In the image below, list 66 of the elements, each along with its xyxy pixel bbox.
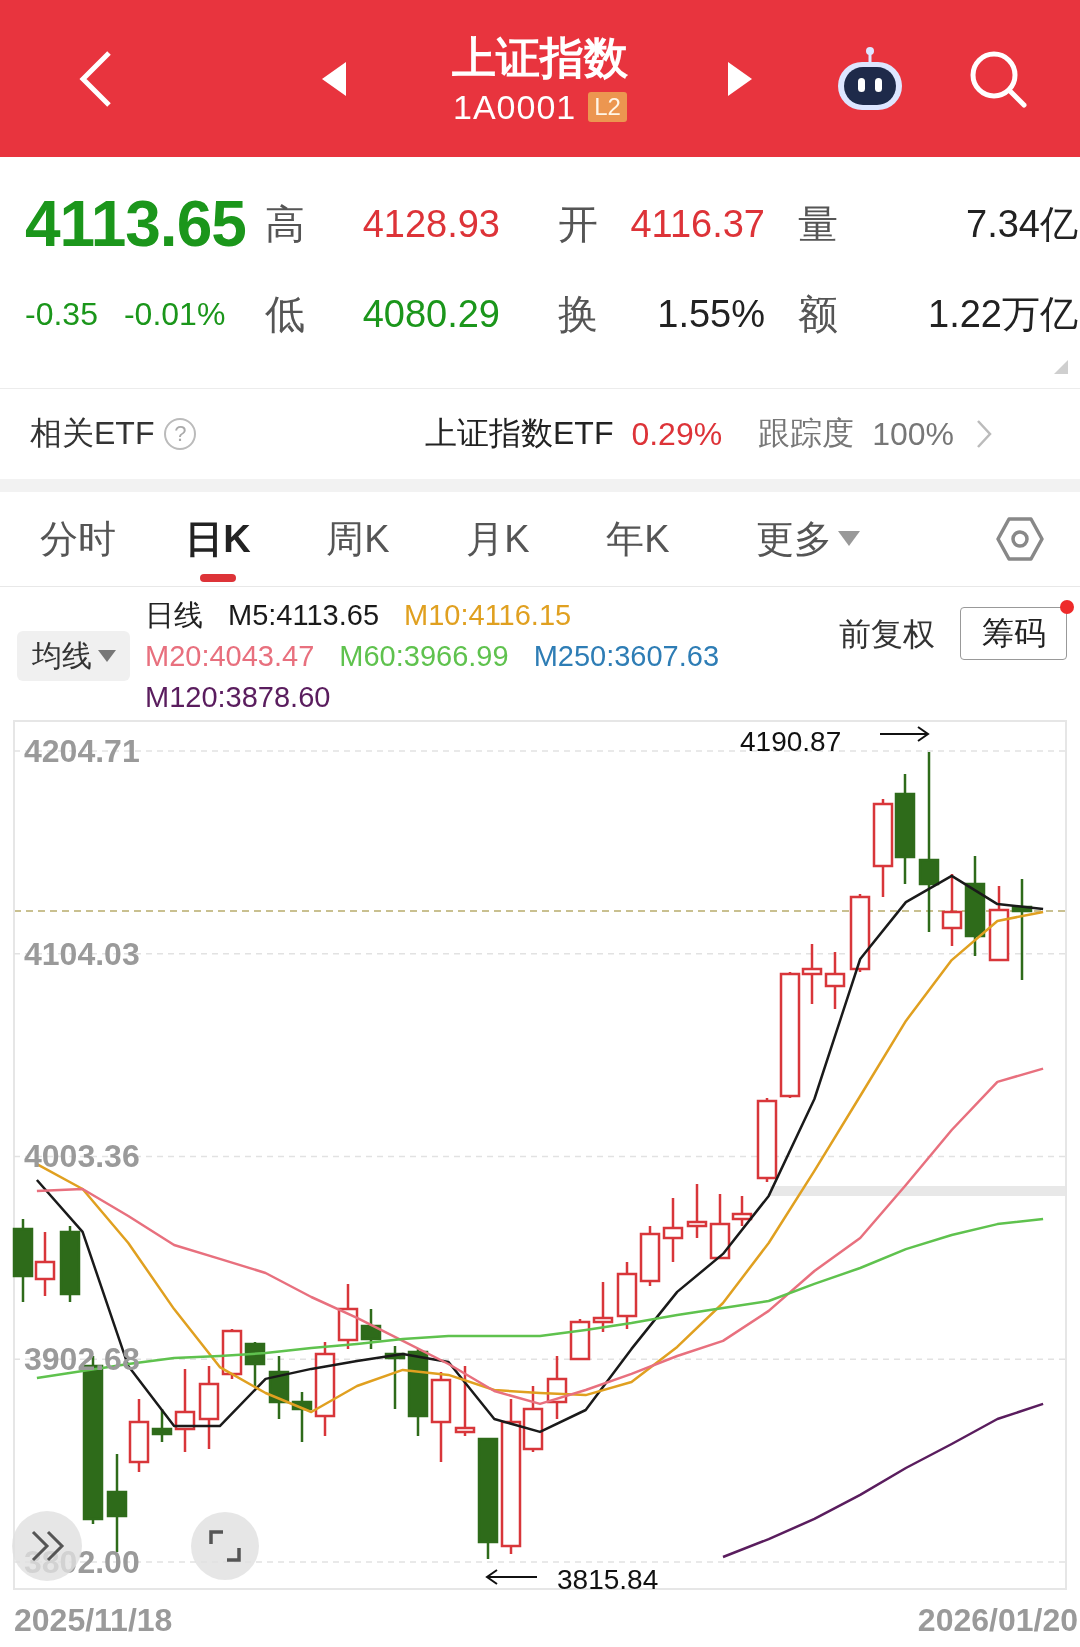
etf-label: 相关ETF <box>30 414 155 453</box>
stat-value: 1.22万亿 <box>927 291 1078 337</box>
low-price-label: 3815.84 <box>557 1564 659 1595</box>
period-label: 日线 <box>145 598 203 633</box>
tracking-label: 跟踪度 <box>758 414 855 453</box>
stat-value: 1.55% <box>656 292 765 336</box>
moving-average-value: M120:3878.60 <box>145 680 331 715</box>
previous-icon[interactable] <box>322 61 346 96</box>
date-label: 2025/11/18 <box>14 1602 173 1638</box>
stat-label: 低 <box>265 290 306 338</box>
indicator-dropdown[interactable]: 均线 <box>17 631 130 681</box>
etf-change: 0.29% <box>631 415 723 453</box>
axis-label: 4104.03 <box>24 935 140 972</box>
candlestick <box>824 952 846 1009</box>
period-tab[interactable]: 分时 <box>8 492 148 586</box>
stat-value: 4128.93 <box>361 202 500 246</box>
stat-label: 额 <box>797 290 839 338</box>
candlestick <box>686 1184 708 1238</box>
chips-button[interactable]: 筹码 <box>960 607 1067 660</box>
candlestick <box>244 1342 266 1386</box>
candlestick <box>616 1262 638 1329</box>
index-title: 上证指数 <box>452 31 628 84</box>
candlestick <box>639 1226 661 1286</box>
stat-value: 7.34亿 <box>965 201 1078 247</box>
arrow-icon <box>879 726 930 742</box>
stat-value: 4116.37 <box>629 202 765 246</box>
change-value: -0.35 <box>25 295 98 333</box>
current-price: 4113.65 <box>25 187 247 261</box>
period-tab[interactable]: 年K <box>568 492 708 586</box>
moving-average-value: M250:3607.63 <box>533 639 720 674</box>
settings-icon[interactable] <box>996 517 1044 561</box>
caret-icon <box>838 531 860 547</box>
axis-label: 4204.71 <box>24 733 140 769</box>
candlestick <box>592 1282 614 1332</box>
fullscreen-button[interactable] <box>191 1512 259 1580</box>
tracking-value: 100% <box>872 415 954 453</box>
axis-label: 4003.36 <box>24 1138 140 1175</box>
etf-name[interactable]: 上证指数ETF <box>425 412 614 456</box>
candlestick <box>662 1198 684 1262</box>
next-icon[interactable] <box>728 61 752 96</box>
date-label: 2026/01/20 <box>917 1602 1078 1638</box>
stat-label: 开 <box>557 200 599 248</box>
moving-average-value: M60:3966.99 <box>339 639 509 674</box>
candlestick <box>34 1232 56 1296</box>
arrow-icon <box>485 1569 538 1585</box>
stat-label: 高 <box>265 200 306 248</box>
adjustment-option[interactable]: 前复权 <box>839 607 935 662</box>
back-icon[interactable] <box>77 48 113 109</box>
period-tab[interactable]: 月K <box>428 492 568 586</box>
period-tab[interactable]: 周K <box>288 492 428 586</box>
more-dropdown[interactable]: 更多 <box>708 492 908 586</box>
high-price-label: 4190.87 <box>740 726 842 757</box>
moving-average-value: M10:4116.15 <box>404 598 572 633</box>
selected-underline <box>200 574 236 582</box>
change-percent: -0.01% <box>123 295 226 333</box>
stat-label: 换 <box>557 290 599 338</box>
stat-label: 量 <box>797 200 839 248</box>
moving-average-value: M5:4113.65 <box>228 598 380 633</box>
stat-value: 4080.29 <box>361 292 500 336</box>
period-tab[interactable]: 日K <box>148 492 288 586</box>
candlestick <box>268 1356 290 1419</box>
level-badge: L2 <box>588 91 627 122</box>
caret-icon <box>97 650 116 662</box>
moving-average-value: M20:4043.47 <box>145 639 315 674</box>
candlestick <box>384 1346 406 1409</box>
index-code: 1A0001 <box>453 86 577 127</box>
